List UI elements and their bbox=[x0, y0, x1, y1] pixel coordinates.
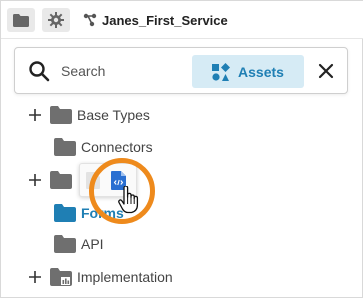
tree-item-label: Base Types bbox=[77, 107, 150, 123]
highlight-ring bbox=[89, 158, 155, 224]
top-toolbar: Janes_First_Service bbox=[1, 1, 363, 39]
search-input[interactable] bbox=[61, 59, 181, 83]
clear-search-button[interactable] bbox=[315, 60, 337, 82]
asset-browser-panel: Janes_First_Service Assets bbox=[0, 0, 363, 298]
expand-plus-icon[interactable] bbox=[28, 108, 42, 122]
service-branch-icon bbox=[83, 13, 97, 27]
tree-item-collapsed[interactable] bbox=[28, 168, 77, 192]
expand-plus-icon[interactable] bbox=[28, 173, 42, 187]
folder-button[interactable] bbox=[7, 8, 35, 32]
folder-icon bbox=[54, 138, 76, 156]
folder-icon bbox=[50, 171, 72, 189]
folder-icon bbox=[54, 235, 76, 253]
search-icon[interactable] bbox=[28, 60, 50, 82]
tree-item-base-types[interactable]: Base Types bbox=[28, 103, 150, 127]
tree-item-implementation[interactable]: Implementation bbox=[28, 265, 173, 289]
tree-item-api[interactable]: API bbox=[54, 232, 104, 256]
folder-icon bbox=[50, 268, 72, 286]
folder-icon bbox=[50, 106, 72, 124]
tree-item-label: Implementation bbox=[77, 269, 173, 285]
assets-filter-button[interactable]: Assets bbox=[192, 55, 304, 88]
folder-icon bbox=[13, 13, 29, 27]
assets-shapes-icon bbox=[212, 62, 231, 81]
service-title: Janes_First_Service bbox=[102, 12, 228, 28]
tree-item-label: API bbox=[81, 236, 104, 252]
expand-plus-icon[interactable] bbox=[28, 270, 42, 284]
folder-icon bbox=[54, 204, 76, 222]
tree-item-label: Connectors bbox=[81, 139, 153, 155]
assets-label: Assets bbox=[238, 63, 284, 80]
settings-button[interactable] bbox=[42, 8, 70, 32]
close-icon bbox=[318, 63, 334, 79]
tree-item-connectors[interactable]: Connectors bbox=[54, 135, 153, 159]
gear-icon bbox=[48, 12, 64, 28]
search-bar: Assets bbox=[14, 47, 348, 94]
service-breadcrumb[interactable]: Janes_First_Service bbox=[83, 11, 228, 29]
